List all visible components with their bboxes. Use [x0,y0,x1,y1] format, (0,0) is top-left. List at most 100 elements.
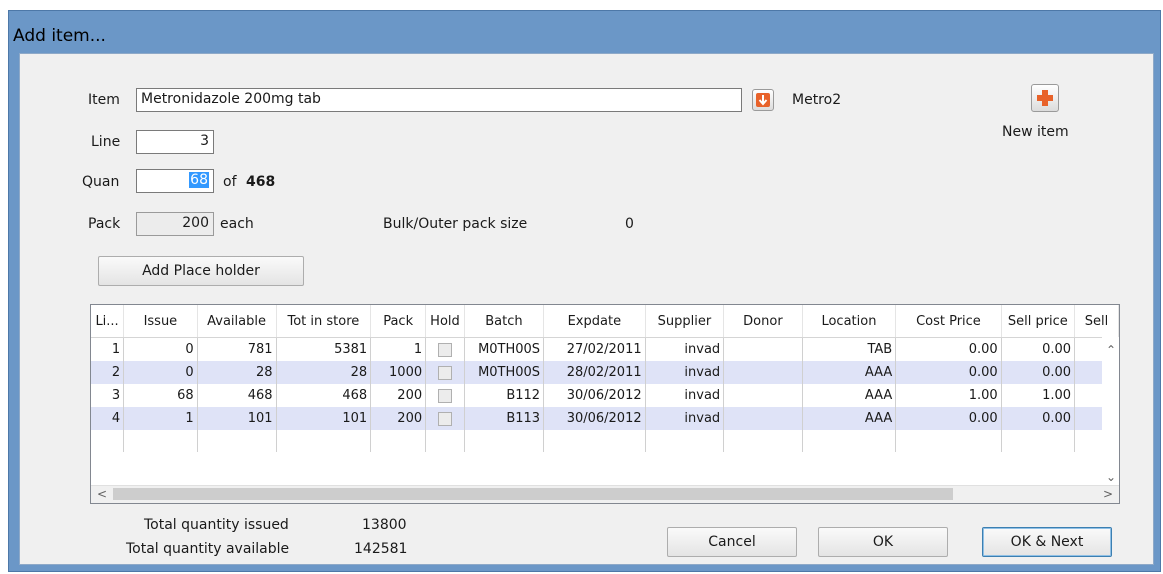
cell-tot-in-store: 5381 [276,337,372,361]
cell-issue[interactable]: 1 [123,407,198,430]
cell-pack: 1 [370,337,427,361]
cell-cost-price: 1.00 [895,384,1002,407]
col-header[interactable]: Issue [123,305,198,338]
cell-hold [425,384,465,407]
hold-checkbox[interactable] [437,342,452,357]
cell-pack: 200 [370,407,427,430]
new-item-button[interactable] [1031,84,1059,112]
cell-donor [723,407,803,430]
new-item-label[interactable]: New item [1002,124,1069,140]
cell-batch: B112 [464,384,545,407]
cell-supplier: invad [645,361,725,384]
cancel-button[interactable]: Cancel [667,527,797,557]
cell-donor [723,361,803,384]
col-header[interactable]: Sell price [1001,305,1076,338]
bulk-pack-value: 0 [625,216,634,232]
table-row[interactable]: 2 0 28 28 1000 M0TH00S 28/02/2011 invad … [91,361,1119,384]
hold-checkbox[interactable] [437,365,452,380]
add-placeholder-button[interactable]: Add Place holder [98,256,304,286]
cell-expdate: 30/06/2012 [543,384,646,407]
cell-tot-in-store: 468 [276,384,372,407]
cell-available: 101 [197,407,277,430]
hold-checkbox[interactable] [437,388,452,403]
cell-supplier: invad [645,384,725,407]
table-row [91,430,1119,452]
col-header[interactable]: Cost Price [895,305,1002,338]
cell-tot-in-store: 101 [276,407,372,430]
item-field[interactable]: Metronidazole 200mg tab [136,88,742,112]
hold-checkbox[interactable] [437,411,452,426]
col-header[interactable]: Location [802,305,897,338]
cell-hold [425,361,465,384]
col-header[interactable]: Expdate [543,305,646,338]
cell-donor [723,337,803,361]
line-label: Line [91,134,121,150]
cell-cost-price: 0.00 [895,361,1002,384]
cell-batch: B113 [464,407,545,430]
cell-hold [425,407,465,430]
ok-button[interactable]: OK [818,527,948,557]
cell-batch: M0TH00S [464,361,545,384]
cell-line: 4 [91,407,125,430]
cell-sell-price: 0.00 [1001,337,1076,361]
col-header[interactable]: Supplier [645,305,725,338]
table-row[interactable]: 3 68 468 468 200 B112 30/06/2012 invad A… [91,384,1119,407]
vertical-scrollbar[interactable]: ⌃ ⌄ [1102,337,1119,486]
quantity-value: 68 [189,172,209,188]
cell-expdate: 30/06/2012 [543,407,646,430]
quantity-field[interactable]: 68 [136,169,214,193]
cell-issue[interactable]: 68 [123,384,198,407]
total-issued-value: 13800 [362,517,407,533]
col-header[interactable]: Li... [91,305,125,338]
scroll-left-icon[interactable]: < [97,487,107,501]
bulk-pack-label: Bulk/Outer pack size [383,216,528,232]
quantity-label: Quan [82,174,120,190]
line-field[interactable]: 3 [136,130,214,154]
scroll-right-icon[interactable]: > [1103,487,1113,501]
col-header[interactable]: Donor [723,305,803,338]
cell-tot-in-store: 28 [276,361,372,384]
cell-supplier: invad [645,337,725,361]
pack-field: 200 [136,212,214,236]
cell-sell-price: 1.00 [1001,384,1076,407]
cell-expdate: 28/02/2011 [543,361,646,384]
item-label: Item [88,92,120,108]
item-dropdown-button[interactable] [752,89,774,111]
cell-available: 781 [197,337,277,361]
table-row[interactable]: 1 0 781 5381 1 M0TH00S 27/02/2011 invad … [91,337,1119,361]
plus-icon [1037,90,1053,106]
col-header[interactable]: Hold [425,305,465,338]
table-header: Li... Issue Available Tot in store Pack … [91,305,1119,338]
dialog-body: Item Metronidazole 200mg tab Metro2 New … [19,53,1154,565]
cell-line: 3 [91,384,125,407]
quantity-of-label: of [223,174,237,190]
cell-location: AAA [802,407,897,430]
cell-expdate: 27/02/2011 [543,337,646,361]
dialog-title: Add item... [13,26,106,46]
col-header[interactable]: Tot in store [276,305,372,338]
add-item-dialog: Add item... Item Metronidazole 200mg tab… [8,10,1161,572]
cell-issue[interactable]: 0 [123,337,198,361]
cell-location: AAA [802,384,897,407]
col-header[interactable]: Pack [370,305,427,338]
cell-cost-price: 0.00 [895,337,1002,361]
cell-location: AAA [802,361,897,384]
table-row[interactable]: 4 1 101 101 200 B113 30/06/2012 invad AA… [91,407,1119,430]
horizontal-scrollbar[interactable]: < > [91,485,1119,503]
batch-table-body: Li... Issue Available Tot in store Pack … [91,305,1119,452]
cell-cost-price: 0.00 [895,407,1002,430]
cell-issue[interactable]: 0 [123,361,198,384]
ok-next-button[interactable]: OK & Next [982,527,1112,557]
col-header[interactable]: Sell [1074,305,1119,338]
batch-table: Li... Issue Available Tot in store Pack … [90,304,1120,504]
col-header[interactable]: Available [197,305,277,338]
cell-line: 2 [91,361,125,384]
horizontal-scroll-thumb[interactable] [113,488,953,500]
cell-hold [425,337,465,361]
cell-pack: 200 [370,384,427,407]
cell-available: 468 [197,384,277,407]
scroll-down-icon[interactable]: ⌄ [1106,470,1116,484]
cell-batch: M0TH00S [464,337,545,361]
scroll-up-icon[interactable]: ⌃ [1106,343,1116,357]
col-header[interactable]: Batch [464,305,545,338]
